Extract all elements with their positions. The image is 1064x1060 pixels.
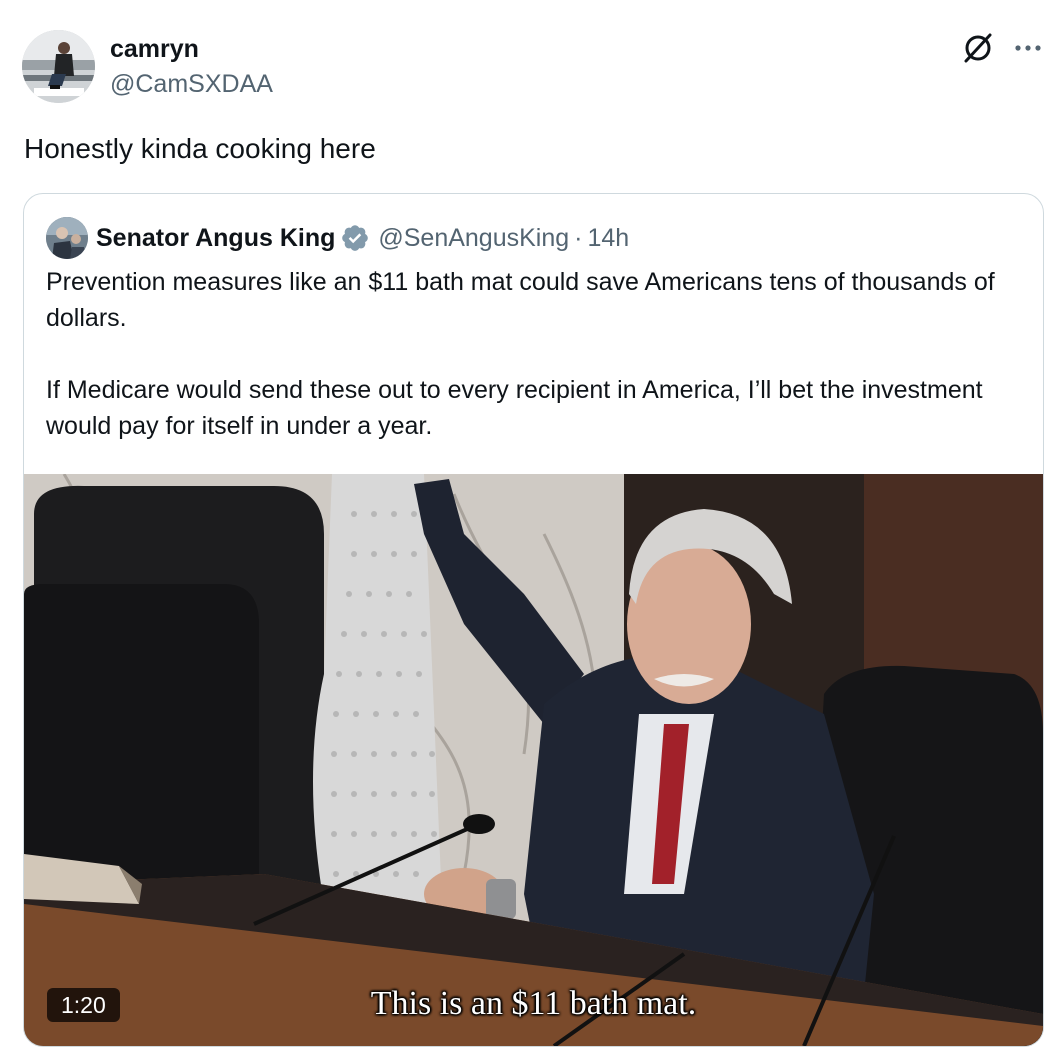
tweet-text: Honestly kinda cooking here bbox=[24, 133, 376, 164]
quoted-avatar-photo bbox=[46, 217, 88, 259]
quoted-tweet-text: Prevention measures like an $11 bath mat… bbox=[46, 264, 1021, 444]
grok-icon[interactable] bbox=[960, 30, 996, 66]
quoted-author-avatar[interactable] bbox=[46, 217, 88, 259]
quoted-video[interactable]: 1:20 This is an $11 bath mat. bbox=[24, 474, 1043, 1046]
quoted-tweet-time[interactable]: 14h bbox=[587, 223, 629, 253]
meta-separator: · bbox=[574, 224, 583, 252]
avatar-photo bbox=[22, 30, 95, 103]
author-avatar[interactable] bbox=[22, 30, 95, 103]
quoted-paragraph-1: Prevention measures like an $11 bath mat… bbox=[46, 268, 995, 332]
tweet: camryn @CamSXDAA Honestly kinda cooking … bbox=[0, 0, 1064, 1060]
quoted-paragraph-2: If Medicare would send these out to ever… bbox=[46, 376, 983, 440]
video-duration-badge: 1:20 bbox=[47, 988, 120, 1022]
author-name[interactable]: camryn bbox=[110, 34, 199, 64]
video-frame bbox=[24, 474, 1043, 1046]
quoted-author-name[interactable]: Senator Angus King bbox=[96, 223, 335, 253]
more-options-icon[interactable] bbox=[1010, 30, 1046, 66]
quoted-tweet-card[interactable]: Senator Angus King @SenAngusKing · 14h P… bbox=[23, 193, 1044, 1047]
quoted-tweet-header: Senator Angus King @SenAngusKing · 14h bbox=[46, 216, 629, 260]
quoted-author-handle[interactable]: @SenAngusKing bbox=[378, 223, 569, 253]
author-handle[interactable]: @CamSXDAA bbox=[110, 69, 273, 99]
verified-badge-icon bbox=[342, 225, 369, 251]
